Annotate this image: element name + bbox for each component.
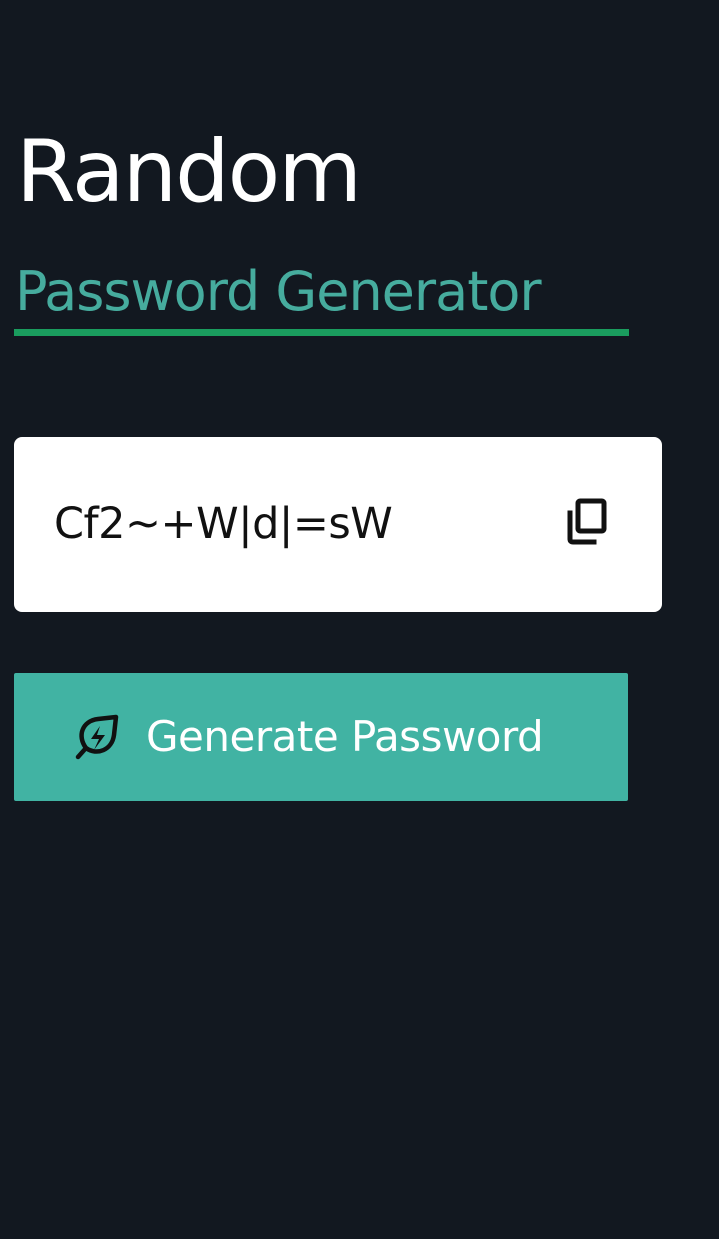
copy-button[interactable] — [564, 495, 620, 555]
generate-button-label: Generate Password — [146, 712, 544, 761]
password-display: Cf2~+W|d|=sW — [14, 437, 662, 612]
subtitle-underline — [14, 329, 629, 336]
bolt-leaf-icon — [75, 714, 119, 760]
copy-icon — [567, 498, 607, 545]
password-value[interactable]: Cf2~+W|d|=sW — [54, 494, 393, 554]
page-subtitle: Password Generator — [15, 260, 542, 323]
page-title: Random — [16, 122, 362, 222]
app-screen: Random Password Generator Cf2~+W|d|=sW G… — [0, 0, 719, 1239]
generate-password-button[interactable]: Generate Password — [14, 673, 628, 801]
